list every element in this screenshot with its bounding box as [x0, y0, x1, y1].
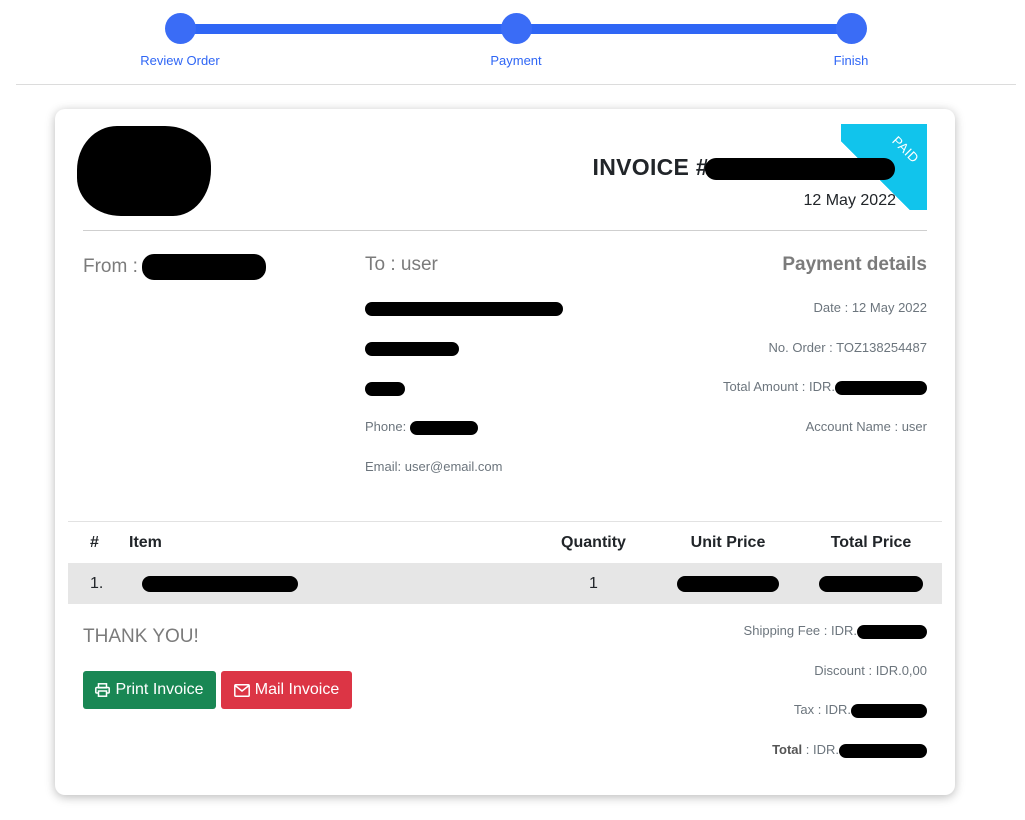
column-header-number: #: [90, 534, 99, 551]
payment-account-name: Account Name : user: [805, 419, 927, 434]
step-label: Payment: [490, 53, 542, 68]
step-label: Review Order: [140, 53, 220, 68]
invoice-title-prefix: INVOICE #: [592, 154, 709, 180]
column-header-item: Item: [129, 534, 162, 551]
from-section: From :: [83, 254, 266, 280]
redacted-grand-total: [839, 743, 927, 758]
invoice-card: PAID INVOICE # 12 May 2022 From : To : u…: [55, 109, 955, 795]
divider: [83, 230, 927, 231]
total-amount-label: Total Amount : IDR.: [723, 379, 835, 394]
redacted-shipping-fee: [857, 624, 927, 639]
to-email-line: Email: user@email.com: [365, 459, 503, 474]
step-payment[interactable]: Payment: [456, 13, 576, 68]
discount: Discount : IDR.0,00: [814, 663, 927, 678]
row-number: 1.: [90, 575, 104, 592]
to-phone-line: Phone:: [365, 419, 478, 435]
payment-total-amount: Total Amount : IDR.: [723, 379, 927, 395]
redacted-unit-price: [677, 575, 779, 592]
table-row: 1. 1: [68, 563, 942, 604]
shipping-fee: Shipping Fee : IDR.: [744, 623, 927, 639]
phone-label: Phone:: [365, 419, 407, 434]
mail-invoice-button[interactable]: Mail Invoice: [221, 671, 352, 709]
total-currency-label: : IDR.: [802, 742, 839, 757]
envelope-icon: [233, 683, 250, 697]
print-invoice-button[interactable]: Print Invoice: [83, 671, 216, 709]
redacted-postcode: [365, 381, 405, 396]
redacted-address: [365, 301, 563, 316]
step-finish[interactable]: Finish: [791, 13, 911, 68]
thank-you-text: THANK YOU!: [83, 626, 199, 647]
row-unit-price: [668, 563, 788, 604]
payment-date: Date : 12 May 2022: [813, 300, 927, 315]
row-total-price: [808, 563, 934, 604]
to-city-line: [365, 340, 459, 356]
invoice-items-table: # Item Quantity Unit Price Total Price 1…: [68, 521, 942, 604]
step-dot: [835, 13, 867, 44]
column-header-quantity: Quantity: [561, 534, 626, 551]
divider: [16, 84, 1016, 85]
checkout-stepper: Review Order Payment Finish: [0, 0, 1025, 85]
column-header-unit-price: Unit Price: [690, 534, 766, 551]
redacted-total-amount: [835, 380, 927, 395]
from-label: From :: [83, 256, 138, 278]
row-quantity: 1: [589, 575, 598, 592]
to-address-line: [365, 300, 563, 316]
shipping-fee-label: Shipping Fee : IDR.: [743, 623, 857, 638]
printer-icon: [95, 683, 111, 697]
row-item: [142, 563, 298, 604]
tax-label: Tax : IDR.: [793, 702, 851, 717]
to-label: To : user: [365, 254, 438, 275]
redacted-total-price: [819, 575, 923, 592]
invoice-title: INVOICE #: [593, 154, 895, 181]
payment-details-title: Payment details: [782, 254, 927, 275]
redacted-logo: [77, 126, 211, 216]
step-review-order[interactable]: Review Order: [120, 13, 240, 68]
redacted-sender-name: [141, 254, 266, 280]
step-dot: [500, 13, 532, 44]
redacted-phone: [409, 420, 478, 435]
step-dot: [164, 13, 196, 44]
mail-invoice-label: Mail Invoice: [254, 681, 340, 698]
step-label: Finish: [833, 53, 869, 68]
column-header-total-price: Total Price: [830, 534, 912, 551]
total-label: Total: [772, 742, 803, 757]
redacted-city: [365, 341, 459, 356]
redacted-item-name: [142, 575, 298, 592]
print-invoice-label: Print Invoice: [115, 681, 204, 698]
table-header: # Item Quantity Unit Price Total Price: [68, 521, 942, 563]
payment-order-number: No. Order : TOZ138254487: [768, 340, 927, 355]
redacted-invoice-number: [705, 157, 895, 180]
grand-total: Total : IDR.: [772, 742, 927, 758]
to-postcode-line: [365, 380, 405, 396]
invoice-date: 12 May 2022: [803, 192, 896, 209]
redacted-tax: [851, 703, 927, 718]
tax: Tax : IDR.: [794, 702, 927, 718]
